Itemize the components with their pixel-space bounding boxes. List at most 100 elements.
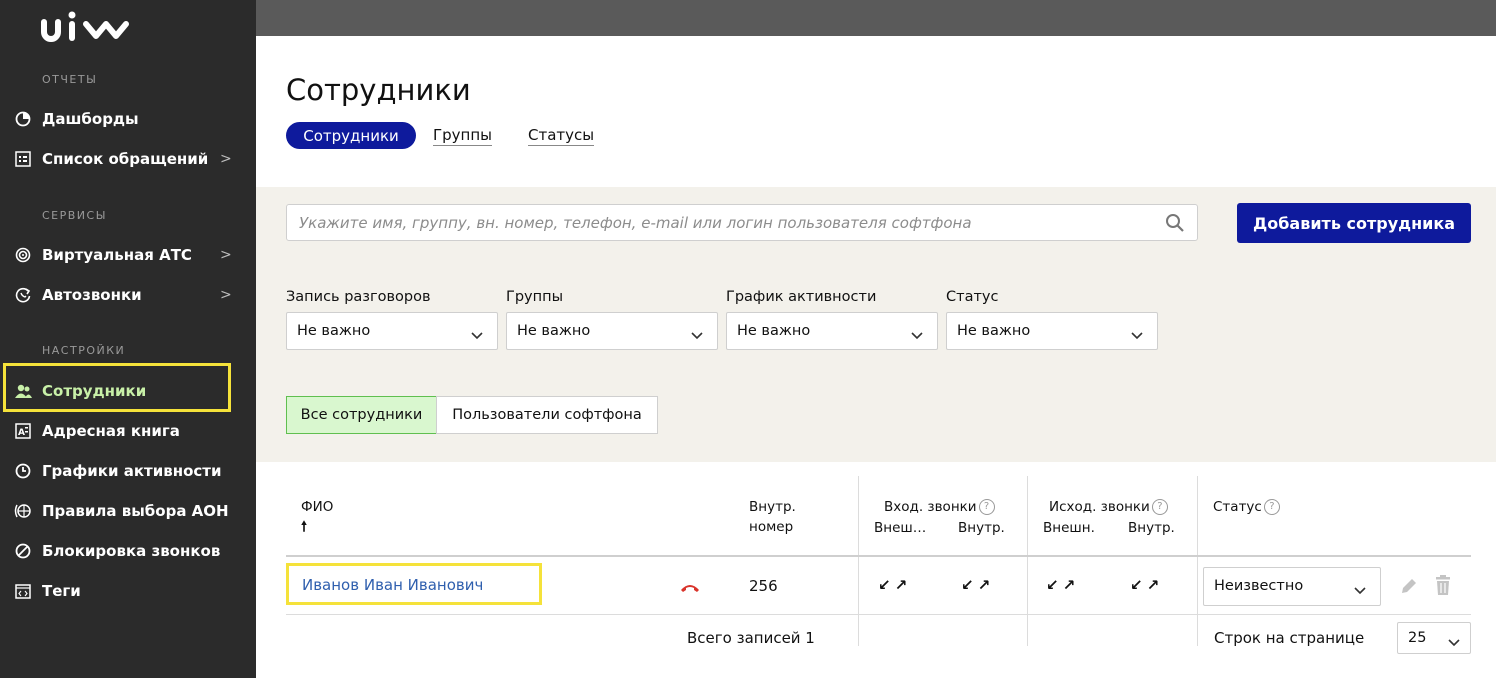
chevron-down-icon xyxy=(691,327,703,345)
column-header-in-int: Внутр. xyxy=(958,520,1005,536)
tab-statuses[interactable]: Статусы xyxy=(528,126,595,146)
sidebar-item-label: Правила выбора АОН xyxy=(42,502,229,520)
sidebar-item-label: Адресная книга xyxy=(42,422,180,440)
out-ext-arrows-icon: ↙↗ xyxy=(1046,576,1080,594)
select-value: Не важно xyxy=(297,323,371,339)
column-header-out-ext: Внешн. xyxy=(1043,520,1095,536)
chevron-down-icon xyxy=(1354,582,1366,600)
sidebar-item-label: Графики активности xyxy=(42,462,222,480)
help-icon[interactable]: ? xyxy=(978,499,995,515)
chevron-right-icon: > xyxy=(220,247,232,263)
row-divider xyxy=(286,614,1471,615)
schedule-select[interactable]: Не важно xyxy=(726,312,938,350)
filter-label-schedule: График активности xyxy=(726,289,877,305)
total-records: Всего записей 1 xyxy=(687,629,815,647)
in-int-arrows-icon: ↙↗ xyxy=(961,576,995,594)
divider xyxy=(1027,476,1028,646)
in-ext-arrows-icon: ↙↗ xyxy=(878,576,912,594)
filter-label-recording: Запись разговоров xyxy=(286,289,431,305)
sidebar-item-schedules[interactable]: Графики активности xyxy=(14,459,222,483)
header-label: Статус xyxy=(1213,499,1262,515)
app-logo[interactable] xyxy=(40,10,140,51)
list-icon xyxy=(14,150,32,168)
search-input[interactable]: Укажите имя, группу, вн. номер, телефон,… xyxy=(286,204,1198,241)
chevron-down-icon xyxy=(911,327,923,345)
rows-per-page-select[interactable]: 25 xyxy=(1397,622,1471,654)
column-header-ext: Внутр. номер xyxy=(749,497,796,537)
column-header-in-ext: Внеш… xyxy=(874,520,927,536)
help-icon[interactable]: ? xyxy=(1151,499,1168,515)
sidebar-item-call-blocking[interactable]: Блокировка звонков xyxy=(14,539,220,563)
tab-employees[interactable]: Сотрудники xyxy=(286,122,416,149)
search-placeholder: Укажите имя, группу, вн. номер, телефон,… xyxy=(299,214,972,232)
pbx-icon xyxy=(14,246,32,264)
header-divider xyxy=(286,555,1471,557)
header-label: Исход. звонки xyxy=(1049,499,1150,515)
chevron-right-icon: > xyxy=(220,151,232,167)
section-title-reports: ОТЧЕТЫ xyxy=(42,73,98,86)
ext-number: 256 xyxy=(749,577,778,595)
sidebar-item-label: Автозвонки xyxy=(42,286,142,304)
sidebar-item-pbx[interactable]: Виртуальная АТС > xyxy=(14,243,246,267)
sidebar-item-label: Список обращений xyxy=(42,150,209,168)
sidebar-item-label: Дашборды xyxy=(42,110,139,128)
chevron-right-icon: > xyxy=(220,287,232,303)
table-row-name[interactable]: Иванов Иван Иванович xyxy=(286,563,542,605)
sidebar-item-label: Виртуальная АТС xyxy=(42,246,192,264)
sidebar-item-address-book[interactable]: A Адресная книга xyxy=(14,419,180,443)
divider xyxy=(1197,476,1198,646)
sort-arrow-up-icon[interactable]: 🠕 xyxy=(301,519,307,535)
edit-pencil-icon[interactable] xyxy=(1399,576,1419,601)
clock-icon xyxy=(14,462,32,480)
divider xyxy=(858,476,859,646)
chevron-down-icon xyxy=(1131,327,1143,345)
filter-label-groups: Группы xyxy=(506,289,564,305)
chevron-down-icon xyxy=(1448,634,1460,652)
sidebar-item-caller-id-rules[interactable]: Правила выбора АОН xyxy=(14,499,229,523)
column-header-out-calls: Исход. звонки? xyxy=(1049,497,1168,517)
section-title-settings: НАСТРОЙКИ xyxy=(42,344,126,357)
select-value: Не важно xyxy=(517,323,591,339)
section-title-services: СЕРВИСЫ xyxy=(42,209,107,222)
column-header-fio[interactable]: ФИО 🠕 xyxy=(301,497,333,537)
help-icon[interactable]: ? xyxy=(1263,499,1280,515)
segment-softphone-users[interactable]: Пользователи софтфона xyxy=(436,396,658,434)
filter-label-status: Статус xyxy=(946,289,999,305)
employee-name-link[interactable]: Иванов Иван Иванович xyxy=(302,576,483,594)
recording-select[interactable]: Не важно xyxy=(286,312,498,350)
select-value: 25 xyxy=(1408,630,1427,646)
select-value: Неизвестно xyxy=(1214,578,1304,594)
svg-text:A: A xyxy=(18,428,25,438)
segment-all-employees[interactable]: Все сотрудники xyxy=(286,396,437,434)
groups-select[interactable]: Не важно xyxy=(506,312,718,350)
main-content: Сотрудники Сотрудники Группы Статусы Ука… xyxy=(256,36,1496,678)
header-label: Внутр. xyxy=(749,499,796,515)
delete-trash-icon[interactable] xyxy=(1434,574,1452,601)
out-int-arrows-icon: ↙↗ xyxy=(1130,576,1164,594)
block-icon xyxy=(14,542,32,560)
search-icon[interactable] xyxy=(1165,213,1185,238)
sidebar-item-dashboards[interactable]: Дашборды xyxy=(14,107,139,131)
header-label: номер xyxy=(749,519,794,535)
tab-groups[interactable]: Группы xyxy=(433,126,493,146)
column-header-status: Статус? xyxy=(1213,497,1280,517)
column-header-in-calls: Вход. звонки? xyxy=(884,497,995,517)
sidebar-item-tags[interactable]: Теги xyxy=(14,579,81,603)
select-value: Не важно xyxy=(957,323,1031,339)
highlight-box xyxy=(3,363,231,412)
column-header-out-int: Внутр. xyxy=(1128,520,1175,536)
sidebar-item-requests[interactable]: Список обращений > xyxy=(14,147,246,171)
status-select[interactable]: Не важно xyxy=(946,312,1158,350)
caller-id-icon xyxy=(14,502,32,520)
top-bar xyxy=(256,0,1496,36)
tag-icon xyxy=(14,582,32,600)
sidebar-item-label: Блокировка звонков xyxy=(42,542,221,560)
address-book-icon: A xyxy=(14,422,32,440)
pie-chart-icon xyxy=(14,110,32,128)
row-status-select[interactable]: Неизвестно xyxy=(1203,567,1381,606)
sidebar-item-autocalls[interactable]: Автозвонки > xyxy=(14,283,246,307)
rows-per-page-label: Строк на странице xyxy=(1214,629,1365,647)
header-label: Вход. звонки xyxy=(884,499,977,515)
add-employee-button[interactable]: Добавить сотрудника xyxy=(1237,203,1471,243)
select-value: Не важно xyxy=(737,323,811,339)
